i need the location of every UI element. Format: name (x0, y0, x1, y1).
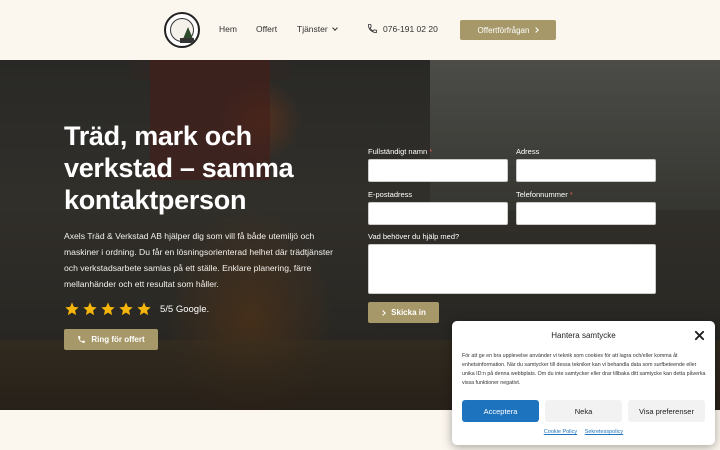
required-marker: * (569, 190, 573, 199)
deny-button[interactable]: Neka (545, 400, 622, 422)
phone-field[interactable] (516, 202, 656, 225)
submit-label: Skicka in (391, 308, 426, 317)
quote-request-button[interactable]: Offertförfrågan (460, 20, 556, 40)
site-header: Hem Offert Tjänster 076-191 02 20 Offert… (0, 0, 720, 60)
nav-item-tjanster-label: Tjänster (297, 24, 328, 34)
star-icon (65, 302, 79, 316)
email-label: E-postadress (368, 190, 413, 199)
google-rating: 5/5 Google. (64, 301, 209, 317)
phone-icon (78, 336, 86, 343)
required-marker: * (429, 147, 433, 156)
hero-title: Träd, mark och verkstad – samma kontaktp… (64, 121, 294, 215)
consent-title: Hantera samtycke (551, 331, 616, 340)
chevron-down-icon (331, 25, 338, 31)
name-label: Fullständigt namn * (368, 147, 432, 156)
name-field[interactable] (368, 159, 508, 182)
chevron-right-icon (380, 309, 386, 316)
privacy-policy-link[interactable]: Sekretesspolicy (585, 429, 624, 435)
nav-item-offert[interactable]: Offert (256, 24, 277, 34)
star-icon (137, 302, 151, 316)
email-field[interactable] (368, 202, 508, 225)
preferences-button[interactable]: Visa preferenser (628, 400, 705, 422)
rating-text: 5/5 Google. (160, 303, 210, 315)
accept-button[interactable]: Acceptera (462, 400, 539, 422)
cookie-consent-dialog: Hantera samtycke För att ge en bra upple… (452, 321, 715, 445)
address-field[interactable] (516, 159, 656, 182)
header-phone-number: 076-191 02 20 (383, 23, 438, 34)
phone-icon (367, 23, 378, 34)
quote-request-label: Offertförfrågan (477, 25, 530, 35)
address-label: Adress (516, 147, 540, 156)
star-icon (119, 302, 133, 316)
name-label-text: Fullständigt namn (368, 147, 428, 156)
submit-button[interactable]: Skicka in (368, 302, 439, 323)
star-icon (101, 302, 115, 316)
phone-label: Telefonnummer * (516, 190, 573, 199)
consent-text: För att ge en bra upplevelse använder vi… (462, 353, 706, 386)
hero-description: Axels Träd & Verkstad AB hjälper dig som… (64, 231, 333, 289)
call-for-quote-label: Ring för offert (91, 335, 145, 344)
message-textarea[interactable] (368, 244, 656, 294)
logo-truck-icon (180, 38, 194, 43)
cookie-policy-link[interactable]: Cookie Policy (544, 429, 577, 435)
close-icon[interactable] (694, 330, 705, 341)
star-icon (83, 302, 97, 316)
chevron-right-icon (533, 27, 540, 33)
call-for-quote-button[interactable]: Ring för offert (64, 329, 158, 350)
company-logo[interactable] (164, 12, 200, 48)
consent-links: Cookie Policy Sekretesspolicy (452, 429, 715, 435)
phone-label-text: Telefonnummer (516, 190, 568, 199)
nav-item-hem[interactable]: Hem (219, 24, 237, 34)
logo-emblem (170, 18, 194, 43)
nav-item-tjanster[interactable]: Tjänster (297, 24, 338, 34)
message-label: Vad behöver du hjälp med? (368, 232, 460, 241)
header-phone-link[interactable]: 076-191 02 20 (367, 23, 438, 34)
